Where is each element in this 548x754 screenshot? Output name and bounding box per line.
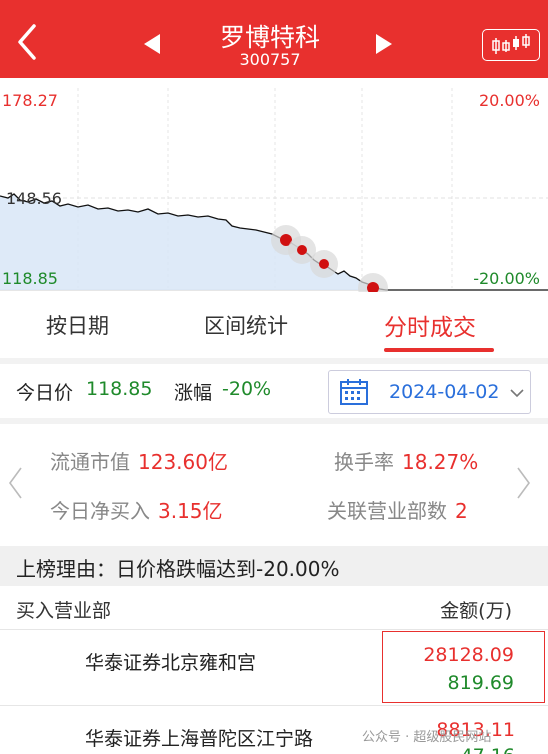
calendar-icon	[340, 379, 368, 405]
turnover-stat: 换手率 18.27%	[334, 446, 478, 475]
price-low-label: 118.85	[2, 269, 58, 288]
stats-panel: 流通市值 123.60亿 换手率 18.27% 今日净买入 3.15亿 关联营业部数 2	[0, 424, 548, 542]
watermark: 公众号 · 超级股民网站	[362, 730, 492, 745]
intraday-chart-svg	[0, 88, 548, 292]
branch-name: 华泰证券上海普陀区江宁路	[85, 728, 314, 750]
branches-value: 2	[455, 499, 468, 523]
table-row[interactable]: 华泰证券北京雍和宫 28128.09 819.69	[0, 630, 548, 706]
table-header: 买入营业部 金额(万)	[0, 586, 548, 630]
listing-reason-bar: 上榜理由：日价格跌幅达到-20.00%	[0, 546, 548, 586]
tab-intraday-trades[interactable]: 分时成交	[384, 308, 476, 342]
triangle-right-icon	[376, 34, 392, 54]
change-label: 涨幅	[174, 382, 213, 404]
turnover-label: 换手率	[334, 450, 394, 474]
today-price-label: 今日价	[16, 382, 74, 404]
tab-by-date[interactable]: 按日期	[46, 310, 109, 340]
float-cap-stat: 流通市值 123.60亿	[50, 446, 228, 475]
branches-stat: 关联营业部数 2	[327, 495, 468, 524]
amount-box: 28128.09 819.69	[382, 631, 545, 703]
price-date-row: 今日价 118.85 涨幅 -20% 2024-04-02	[0, 364, 548, 418]
sell-amount: 47.16	[461, 745, 515, 754]
net-buy-label: 今日净买入	[50, 499, 150, 523]
sell-amount: 819.69	[447, 672, 514, 694]
active-tab-indicator	[384, 348, 494, 352]
kline-button[interactable]	[482, 29, 540, 61]
top-bar: 罗博特科 300757	[0, 0, 548, 78]
float-cap-value: 123.60亿	[138, 450, 228, 474]
trade-marker[interactable]	[319, 259, 329, 269]
back-button[interactable]	[10, 20, 46, 60]
turnover-value: 18.27%	[402, 450, 479, 474]
chevron-down-icon	[510, 389, 524, 398]
col-amount: 金额(万)	[440, 600, 512, 622]
branch-name: 华泰证券北京雍和宫	[85, 652, 257, 674]
buy-amount: 28128.09	[423, 644, 514, 666]
ref-price-label: 148.56	[6, 189, 62, 208]
listing-reason: 上榜理由：日价格跌幅达到-20.00%	[16, 557, 340, 581]
col-branch: 买入营业部	[16, 600, 112, 622]
date-value: 2024-04-02	[389, 381, 500, 403]
chevron-right-icon[interactable]	[514, 466, 534, 500]
net-buy-stat: 今日净买入 3.15亿	[50, 495, 223, 524]
intraday-chart[interactable]: 178.27 20.00% 148.56 118.85 -20.00%	[0, 78, 548, 292]
date-picker[interactable]: 2024-04-02	[328, 370, 531, 414]
today-price-value: 118.85	[86, 378, 153, 400]
net-buy-value: 3.15亿	[158, 499, 223, 523]
tab-range-stats[interactable]: 区间统计	[204, 310, 288, 340]
pct-low-label: -20.00%	[473, 269, 540, 288]
branches-label: 关联营业部数	[327, 499, 447, 523]
float-cap-label: 流通市值	[50, 450, 130, 474]
trade-marker[interactable]	[297, 245, 307, 255]
next-stock-button[interactable]	[372, 32, 396, 56]
back-arrow-icon	[18, 24, 36, 60]
chevron-left-icon[interactable]	[6, 466, 26, 500]
stock-name: 罗博特科	[219, 23, 320, 52]
change-value: -20%	[222, 378, 272, 400]
candlestick-icon	[492, 34, 530, 54]
stock-code: 300757	[239, 50, 301, 69]
pct-high-label: 20.00%	[478, 91, 540, 110]
price-high-label: 178.27	[2, 91, 58, 110]
